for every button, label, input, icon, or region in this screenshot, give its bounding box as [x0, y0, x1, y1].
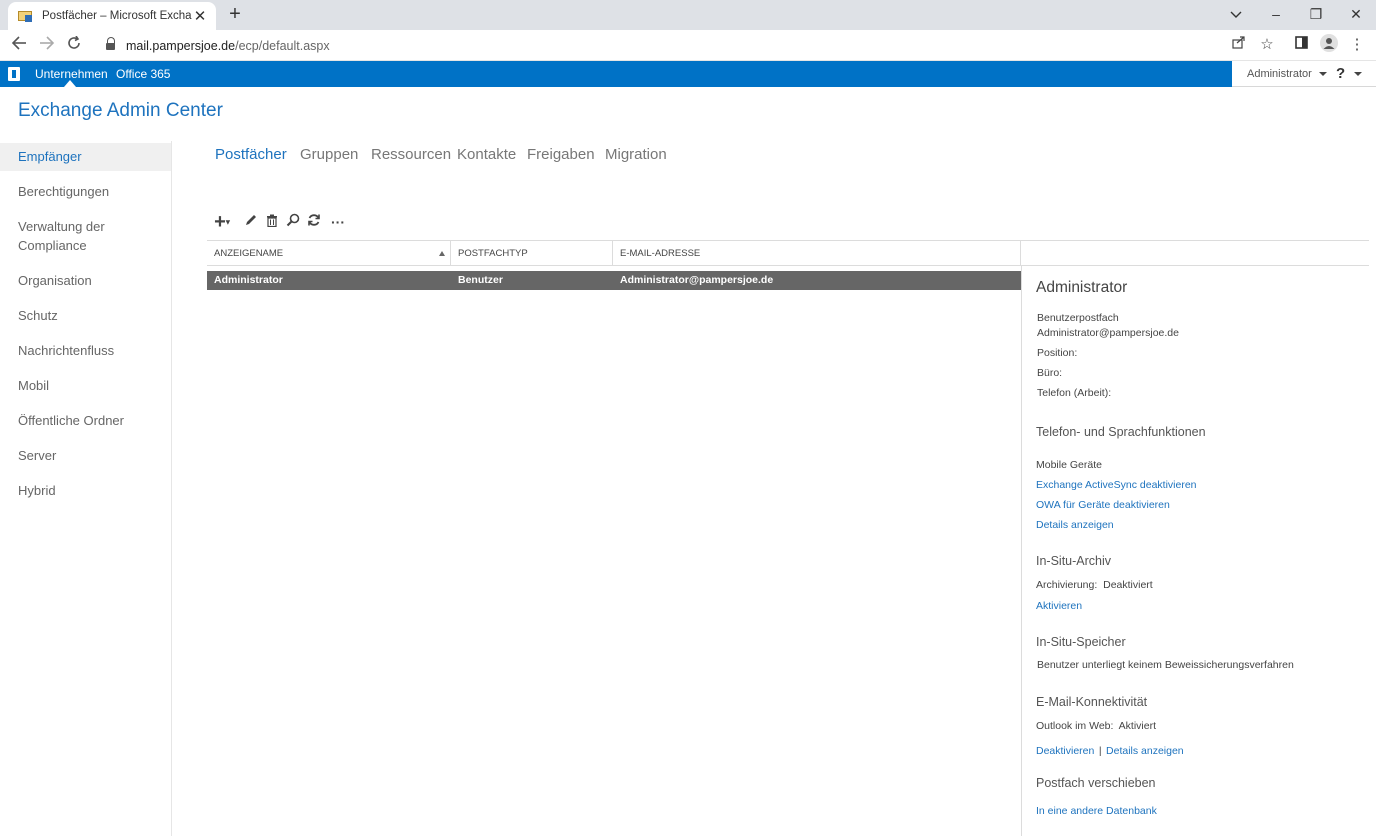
help-dropdown-caret-icon[interactable]: [1354, 72, 1362, 76]
litigation-hold-text: Benutzer unterliegt keinem Beweissicheru…: [1037, 659, 1294, 671]
edit-pencil-icon[interactable]: [242, 212, 260, 232]
section-heading-verschieben: Postfach verschieben: [1036, 776, 1156, 790]
disable-activesync-link[interactable]: Exchange ActiveSync deaktivieren: [1036, 479, 1197, 491]
delete-trash-icon[interactable]: [263, 212, 281, 232]
add-button[interactable]: +▾: [209, 212, 235, 232]
nav-item-nachrichtenfluss[interactable]: Nachrichtenfluss: [0, 341, 171, 360]
office-logo-icon[interactable]: [8, 67, 20, 81]
o365-header-bar: Unternehmen Office 365 Administrator ?: [0, 61, 1376, 87]
owa-details-link[interactable]: Details anzeigen: [1106, 745, 1184, 757]
cell-name: Administrator: [214, 274, 283, 286]
refresh-icon[interactable]: [305, 212, 323, 232]
column-header-postfachtyp[interactable]: POSTFACHTYP: [451, 241, 613, 266]
add-dropdown-caret-icon: ▾: [225, 217, 230, 227]
tab-close-icon[interactable]: ✕: [192, 7, 208, 25]
link-separator: |: [1098, 745, 1102, 757]
nav-item-mobil[interactable]: Mobil: [0, 376, 171, 395]
section-heading-konnektivitaet: E-Mail-Konnektivität: [1036, 695, 1148, 709]
restore-button[interactable]: ❐: [1296, 0, 1336, 30]
tab-title: Postfächer – Microsoft Exchange: [42, 10, 192, 22]
reload-icon[interactable]: [62, 34, 86, 56]
details-office-label: Büro:: [1037, 367, 1063, 379]
show-details-link[interactable]: Details anzeigen: [1036, 519, 1114, 531]
address-bar[interactable]: mail.pampersjoe.de/ecp/default.aspx: [96, 33, 1288, 58]
nav-item-berechtigungen[interactable]: Berechtigungen: [0, 182, 171, 201]
o365-link-office365[interactable]: Office 365: [116, 61, 170, 87]
minimize-button[interactable]: –: [1256, 0, 1296, 30]
exchange-favicon-icon: [18, 9, 34, 23]
new-tab-button[interactable]: +: [224, 2, 246, 26]
url-host: mail.pampersjoe.de: [126, 38, 236, 53]
left-nav: Empfänger Berechtigungen Verwaltung der …: [0, 141, 172, 836]
help-icon[interactable]: ?: [1336, 61, 1345, 87]
browser-tab[interactable]: Postfächer – Microsoft Exchange ✕: [8, 2, 216, 30]
share-icon[interactable]: [1228, 34, 1250, 56]
nav-item-empfaenger[interactable]: Empfänger: [0, 143, 171, 171]
disable-owa-link[interactable]: Deaktivieren: [1036, 745, 1094, 757]
user-menu-area: Administrator ?: [1232, 61, 1376, 87]
page-title: Exchange Admin Center: [18, 100, 223, 121]
move-to-database-link[interactable]: In eine andere Datenbank: [1036, 805, 1157, 817]
side-panel-icon[interactable]: [1290, 34, 1312, 56]
disable-owa-devices-link[interactable]: OWA für Geräte deaktivieren: [1036, 499, 1170, 511]
details-title: Administrator: [1036, 279, 1128, 296]
tab-freigaben[interactable]: Freigaben: [527, 144, 595, 166]
nav-item-compliance[interactable]: Verwaltung der Compliance: [0, 217, 150, 255]
section-heading-archiv: In-Situ-Archiv: [1036, 554, 1112, 568]
search-icon[interactable]: [284, 212, 302, 232]
section-heading-telefon: Telefon- und Sprachfunktionen: [1036, 425, 1206, 439]
mobile-devices-label: Mobile Geräte: [1036, 459, 1102, 471]
nav-item-server[interactable]: Server: [0, 446, 171, 465]
archive-status: Archivierung: Deaktiviert: [1036, 579, 1153, 591]
browser-menu-icon[interactable]: ⋮: [1346, 34, 1368, 56]
url-path: /ecp/default.aspx: [235, 38, 330, 53]
lock-icon[interactable]: [106, 36, 116, 51]
cell-type: Benutzer: [458, 274, 503, 286]
details-email: Administrator@pampersjoe.de: [1037, 327, 1179, 339]
column-header-anzeigename[interactable]: ANZEIGENAME: [207, 241, 451, 266]
tab-kontakte[interactable]: Kontakte: [457, 144, 516, 166]
profile-avatar-icon[interactable]: [1318, 34, 1340, 56]
connectivity-links: Deaktivieren | Details anzeigen: [1036, 741, 1184, 759]
column-header-email[interactable]: E-MAIL-ADRESSE: [613, 241, 1021, 266]
tab-migration[interactable]: Migration: [605, 144, 667, 166]
nav-item-oeffentliche-ordner[interactable]: Öffentliche Ordner: [0, 411, 171, 430]
tab-ressourcen[interactable]: Ressourcen: [371, 144, 451, 166]
sort-ascending-icon: [439, 251, 445, 256]
more-options-icon[interactable]: ···: [328, 212, 348, 232]
details-mailbox-type: Benutzerpostfach: [1037, 312, 1119, 324]
nav-item-hybrid[interactable]: Hybrid: [0, 481, 171, 500]
grid-header: ANZEIGENAME POSTFACHTYP E-MAIL-ADRESSE: [207, 240, 1369, 266]
back-icon[interactable]: [7, 34, 31, 56]
browser-tabstrip: Postfächer – Microsoft Exchange ✕ + – ❐ …: [0, 0, 1376, 30]
cell-email: Administrator@pampersjoe.de: [620, 274, 774, 286]
browser-toolbar: mail.pampersjoe.de/ecp/default.aspx ☆ ⋮: [0, 30, 1376, 61]
nav-item-schutz[interactable]: Schutz: [0, 306, 171, 325]
add-icon: +: [214, 211, 226, 233]
enable-archive-link[interactable]: Aktivieren: [1036, 600, 1082, 612]
close-window-button[interactable]: ✕: [1336, 0, 1376, 30]
bookmark-star-icon[interactable]: ☆: [1256, 34, 1278, 56]
user-dropdown-caret-icon[interactable]: [1319, 72, 1327, 76]
details-pane: Administrator Benutzerpostfach Administr…: [1021, 266, 1369, 836]
tab-search-icon[interactable]: [1216, 0, 1256, 30]
owa-status: Outlook im Web: Aktiviert: [1036, 720, 1157, 732]
tab-postfaecher[interactable]: Postfächer: [215, 144, 287, 166]
details-phone-label: Telefon (Arbeit):: [1037, 387, 1112, 399]
table-row[interactable]: Administrator Benutzer Administrator@pam…: [207, 271, 1021, 290]
user-menu[interactable]: Administrator: [1247, 61, 1312, 87]
details-position-label: Position:: [1037, 347, 1078, 359]
active-link-caret-icon: [64, 80, 76, 87]
section-heading-speicher: In-Situ-Speicher: [1036, 635, 1126, 649]
nav-item-organisation[interactable]: Organisation: [0, 271, 171, 290]
tab-gruppen[interactable]: Gruppen: [300, 144, 358, 166]
forward-icon[interactable]: [35, 34, 59, 56]
